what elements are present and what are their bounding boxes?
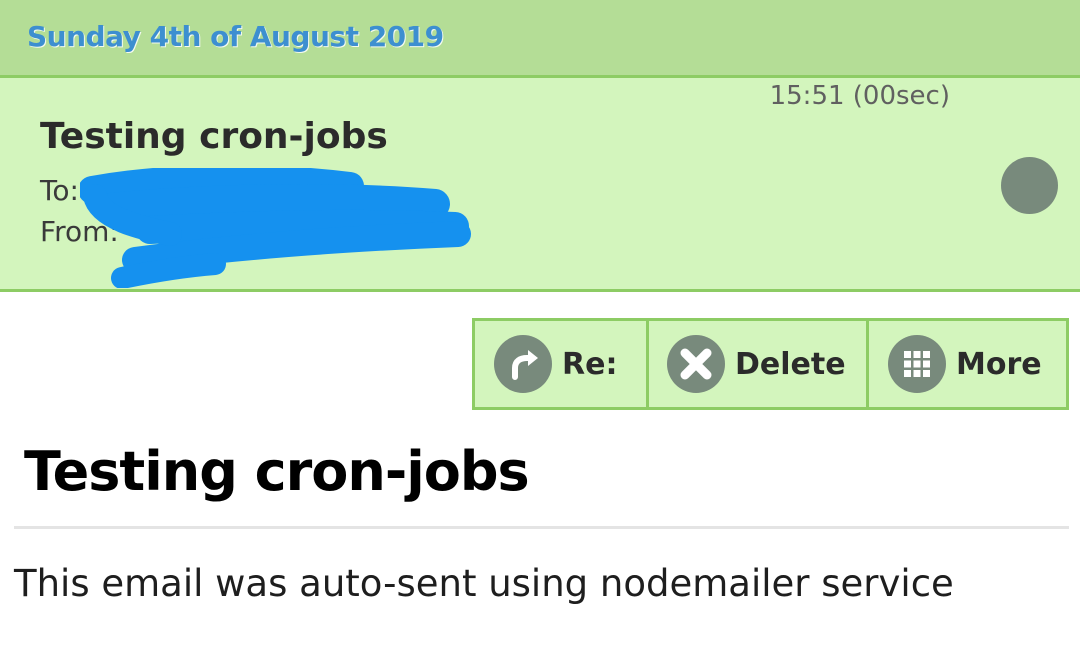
delete-label: Delete xyxy=(735,346,846,382)
email-body-text: This email was auto-sent using nodemaile… xyxy=(14,562,954,605)
email-body-title: Testing cron-jobs xyxy=(24,440,530,503)
message-subject: Testing cron-jobs xyxy=(40,116,388,157)
message-to-label: To: xyxy=(40,174,79,207)
more-label: More xyxy=(956,346,1042,382)
more-button[interactable]: More xyxy=(866,321,1066,407)
reply-arrow-icon xyxy=(494,335,552,393)
date-header: Sunday 4th of August 2019 xyxy=(27,20,444,53)
unread-dot-icon[interactable] xyxy=(1001,157,1058,214)
body-divider xyxy=(14,526,1069,529)
message-time: 15:51 (00sec) xyxy=(769,81,950,111)
grid-icon xyxy=(888,335,946,393)
message-list-item[interactable]: 15:51 (00sec) Testing cron-jobs To: From… xyxy=(0,78,1080,292)
redaction-scribble xyxy=(80,168,471,288)
reply-button[interactable]: Re: xyxy=(475,321,646,407)
delete-button[interactable]: Delete xyxy=(646,321,866,407)
reply-label: Re: xyxy=(562,346,618,382)
message-toolbar: Re: Delete More xyxy=(472,318,1069,410)
date-header-bar: Sunday 4th of August 2019 xyxy=(0,0,1080,78)
close-x-icon xyxy=(667,335,725,393)
